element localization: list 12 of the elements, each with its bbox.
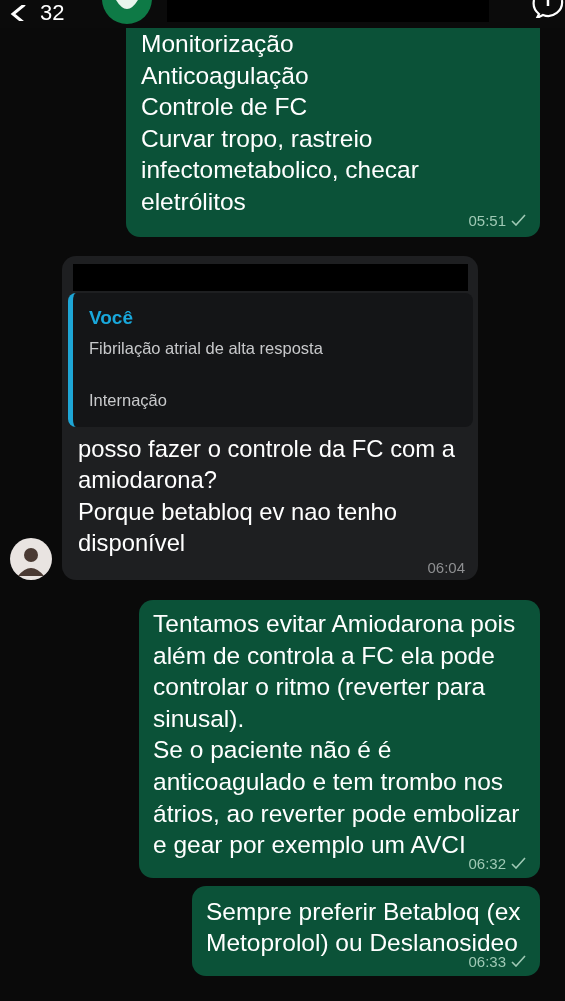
quoted-message[interactable]: Você Fibrilação atrial de alta resposta Internação: [68, 292, 473, 427]
quote-text: Fibrilação atrial de alta resposta Internação: [89, 337, 324, 411]
avatar[interactable]: [10, 537, 52, 580]
new-chat-icon[interactable]: [531, 0, 565, 18]
back-icon: [10, 5, 26, 21]
message-text: Monitorização Anticoagulação Controle de FC Curvar tropo, rastreio infectometabolico, checar eletrólitos: [141, 29, 420, 217]
timestamp: 06:04: [427, 558, 465, 576]
back-button[interactable]: 32: [10, 0, 65, 26]
quote-author: Você: [89, 305, 134, 330]
message-text: posso fazer o controle da FC com a amiodarona? Porque betabloq ev nao tenho disponível: [77, 433, 456, 559]
timestamp: 05:51: [468, 211, 506, 229]
avatar[interactable]: [102, 0, 153, 24]
